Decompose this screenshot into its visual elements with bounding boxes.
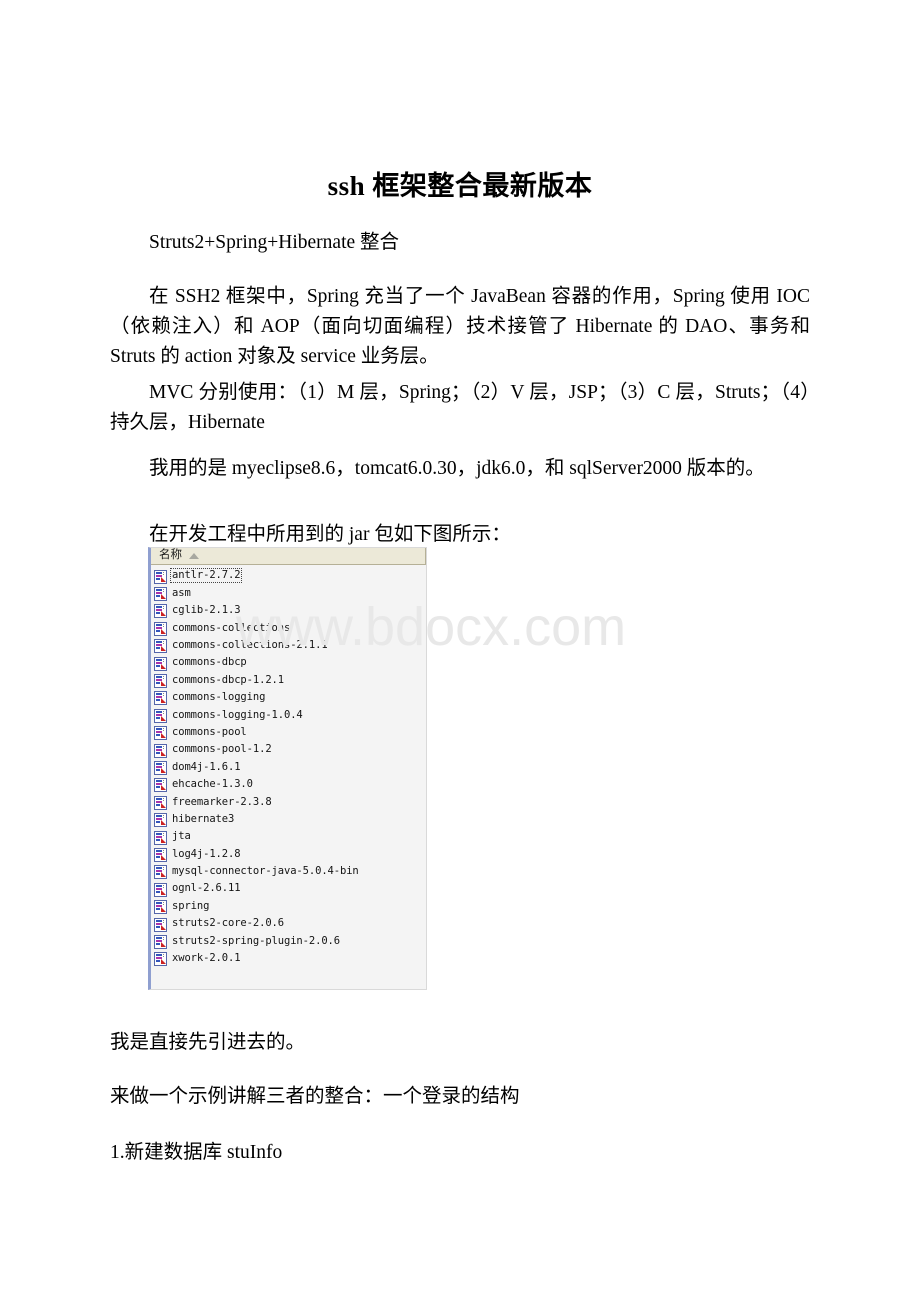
jar-archive-icon <box>154 795 167 810</box>
paragraph-import-note: 我是直接先引进去的。 <box>110 1031 306 1053</box>
file-name-label: antlr-2.7.2 <box>169 568 243 583</box>
file-name-label: mysql-connector-java-5.0.4-bin <box>172 865 359 878</box>
file-list-column-header[interactable]: 名称 <box>151 548 426 565</box>
paragraph-ssh2-description: 在 SSH2 框架中，Spring 充当了一个 JavaBean 容器的作用，S… <box>110 285 810 367</box>
jar-archive-icon <box>154 586 167 602</box>
file-list-item[interactable]: commons-dbcp <box>151 654 426 671</box>
file-list-item[interactable]: asm <box>151 584 426 602</box>
file-list-item[interactable]: antlr-2.7.2 <box>151 567 426 584</box>
file-list-item[interactable]: mysql-connector-java-5.0.4-bin <box>151 863 426 880</box>
file-name-label: cglib-2.1.3 <box>172 604 241 617</box>
file-name-label: asm <box>172 586 191 599</box>
file-list-item[interactable]: jta <box>151 828 426 845</box>
file-list-item[interactable]: commons-collections-2.1.1 <box>151 637 426 654</box>
file-list-item[interactable]: commons-pool <box>151 724 426 741</box>
file-name-label: commons-dbcp <box>172 656 247 669</box>
column-header-name-label: 名称 <box>159 549 182 562</box>
file-list-item[interactable]: commons-collections <box>151 619 426 636</box>
file-name-label: commons-logging-1.0.4 <box>172 708 303 721</box>
sort-ascending-icon <box>189 553 199 559</box>
file-name-label: dom4j-1.6.1 <box>172 760 241 773</box>
paragraph-mvc-layers: MVC 分别使用：（1）M 层，Spring；（2）V 层，JSP；（3）C 层… <box>110 381 810 433</box>
file-list-item[interactable]: struts2-spring-plugin-2.0.6 <box>151 932 426 949</box>
file-list-item[interactable]: ognl-2.6.11 <box>151 880 426 897</box>
file-list-item[interactable]: commons-pool-1.2 <box>151 741 426 758</box>
jar-archive-icon <box>154 882 167 897</box>
explorer-file-list-image: 名称 antlr-2.7.2 asm cglib-2.1.3 commons-coll… <box>148 547 427 990</box>
jar-archive-icon <box>154 656 167 671</box>
file-list-item[interactable]: commons-logging <box>151 689 426 706</box>
file-name-label: freemarker-2.3.8 <box>172 795 272 808</box>
page-title: ssh 框架整合最新版本 <box>327 171 593 202</box>
file-list-item[interactable]: spring <box>151 897 426 915</box>
file-list-item[interactable]: commons-dbcp-1.2.1 <box>151 671 426 689</box>
file-name-label: commons-logging <box>172 691 266 704</box>
file-list-item[interactable]: dom4j-1.6.1 <box>151 758 426 775</box>
file-name-label: struts2-core-2.0.6 <box>172 917 284 930</box>
jar-archive-icon <box>154 812 167 828</box>
file-name-label: commons-collections <box>172 621 291 634</box>
file-list-item[interactable]: freemarker-2.3.8 <box>151 793 426 810</box>
jar-archive-icon <box>154 603 167 619</box>
file-name-label: jta <box>172 830 191 843</box>
jar-archive-icon <box>154 934 167 949</box>
jar-archive-icon <box>154 899 167 915</box>
file-name-label: ognl-2.6.11 <box>172 882 241 895</box>
file-name-label: ehcache-1.3.0 <box>172 778 253 791</box>
paragraph-jar-intro: 在开发工程中所用到的 jar 包如下图所示： <box>149 523 511 545</box>
column-divider <box>425 548 426 564</box>
jar-archive-icon <box>154 777 167 793</box>
file-name-label: xwork-2.0.1 <box>172 952 241 965</box>
jar-archive-icon <box>154 760 167 775</box>
jar-archive-icon <box>154 864 167 880</box>
file-name-label: struts2-spring-plugin-2.0.6 <box>172 934 340 947</box>
paragraph-struts-line: Struts2+Spring+Hibernate 整合 <box>149 231 400 253</box>
file-name-label: commons-dbcp-1.2.1 <box>172 673 284 686</box>
file-list-item[interactable]: cglib-2.1.3 <box>151 602 426 619</box>
jar-archive-icon <box>154 743 167 758</box>
file-list-item[interactable]: ehcache-1.3.0 <box>151 776 426 793</box>
file-name-label: commons-collections-2.1.1 <box>172 639 328 651</box>
paragraph-step-one: 1.新建数据库 stuInfo <box>110 1141 283 1163</box>
file-name-label: spring <box>172 899 210 912</box>
jar-archive-icon <box>154 673 167 689</box>
file-list-item[interactable]: hibernate3 <box>151 810 426 828</box>
file-name-label: log4j-1.2.8 <box>172 847 241 860</box>
jar-archive-icon <box>154 708 167 723</box>
paragraph-example-intro: 来做一个示例讲解三者的整合：一个登录的结构 <box>110 1085 520 1107</box>
jar-archive-icon <box>154 638 167 654</box>
file-list-item[interactable]: log4j-1.2.8 <box>151 845 426 862</box>
jar-archive-icon <box>154 917 167 932</box>
jar-archive-icon <box>154 951 167 967</box>
file-list-item[interactable]: commons-logging-1.0.4 <box>151 706 426 723</box>
file-name-label: commons-pool-1.2 <box>172 743 272 756</box>
jar-archive-icon <box>154 847 167 862</box>
jar-archive-icon <box>154 690 167 706</box>
file-list[interactable]: antlr-2.7.2 asm cglib-2.1.3 commons-collect… <box>151 565 426 989</box>
file-list-item[interactable]: struts2-core-2.0.6 <box>151 915 426 932</box>
jar-archive-icon <box>154 725 167 741</box>
file-list-item[interactable]: xwork-2.0.1 <box>151 950 426 967</box>
paragraph-versions: 我用的是 myeclipse8.6，tomcat6.0.30，jdk6.0，和 … <box>149 457 765 479</box>
document-page: ssh 框架整合最新版本 Struts2+Spring+Hibernate 整合… <box>0 0 920 1302</box>
jar-archive-icon <box>154 830 167 845</box>
file-name-label: hibernate3 <box>172 812 235 825</box>
jar-archive-icon <box>154 621 167 636</box>
file-name-label: commons-pool <box>172 725 247 738</box>
jar-archive-icon <box>154 569 167 584</box>
